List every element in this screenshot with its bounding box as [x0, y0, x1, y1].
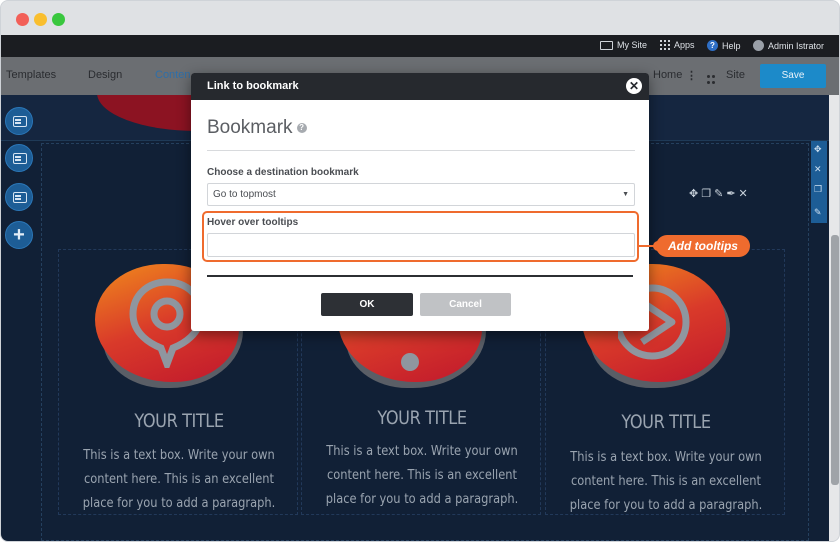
pin-column-icon[interactable]: ✒: [726, 188, 738, 200]
column-title: YOUR TITLE: [377, 407, 467, 429]
monitor-icon: [600, 40, 613, 50]
apps-link[interactable]: Apps: [660, 40, 695, 50]
dialog-header: Link to bookmark ✕: [191, 73, 649, 100]
apps-grid-icon: [660, 40, 670, 50]
page-scrollbar[interactable]: [829, 95, 839, 541]
tab-content[interactable]: Conten: [155, 69, 190, 81]
layout-icon: [13, 116, 27, 127]
user-menu[interactable]: Admin Istrator: [753, 40, 824, 51]
help-icon[interactable]: ?: [296, 122, 307, 133]
window-titlebar: [1, 1, 839, 35]
move-column-icon[interactable]: ✥: [689, 188, 701, 200]
close-window-icon[interactable]: [16, 13, 29, 26]
user-name: Admin Istrator: [768, 40, 825, 51]
settings-list-icon: [13, 192, 27, 203]
chevron-down-icon: ▼: [622, 191, 629, 198]
section-settings-button[interactable]: [5, 183, 33, 211]
dialog-heading: Bookmark?: [207, 117, 307, 139]
tab-templates[interactable]: Templates: [6, 69, 56, 81]
column-text: This is a text box. Write your own conte…: [325, 444, 519, 507]
column-text: This is a text box. Write your own conte…: [569, 450, 763, 513]
plus-icon: +: [13, 224, 25, 246]
dialog-title: Link to bookmark: [207, 80, 299, 92]
delete-icon[interactable]: ✕: [814, 164, 822, 174]
element-tools: ✥ ✕ ❐ ✎: [811, 141, 827, 223]
help-label: Help: [722, 40, 741, 51]
destination-label: Choose a destination bookmark: [207, 167, 359, 178]
apps-label: Apps: [674, 40, 695, 50]
dialog-close-button[interactable]: ✕: [626, 78, 642, 94]
add-section-button[interactable]: +: [5, 221, 33, 249]
section-edit-button[interactable]: [5, 144, 33, 172]
section-layout-button[interactable]: [5, 107, 33, 135]
ok-button[interactable]: OK: [321, 293, 413, 316]
edit-section-icon: [13, 153, 27, 164]
column-title: YOUR TITLE: [134, 410, 224, 432]
move-icon[interactable]: ✥: [814, 144, 822, 154]
column-tools: ✥❐✎✒✕: [689, 187, 751, 200]
page-options-icon[interactable]: ⋮: [686, 69, 697, 82]
copy-icon[interactable]: ❐: [814, 184, 822, 194]
site-label[interactable]: Site: [726, 69, 745, 81]
divider: [207, 150, 635, 151]
close-column-icon[interactable]: ✕: [739, 188, 751, 200]
edit-icon[interactable]: ✎: [814, 207, 822, 217]
tab-design[interactable]: Design: [88, 69, 122, 81]
site-menu[interactable]: [707, 69, 717, 85]
minimize-window-icon[interactable]: [34, 13, 47, 26]
my-site-link[interactable]: My Site: [600, 40, 647, 50]
edit-column-icon[interactable]: ✎: [714, 188, 726, 200]
cancel-button[interactable]: Cancel: [420, 293, 511, 316]
help-icon: ?: [707, 40, 718, 51]
save-button[interactable]: Save: [760, 64, 826, 88]
help-link[interactable]: ? Help: [707, 40, 741, 51]
destination-bookmark-select[interactable]: Go to topmost ▼: [207, 183, 635, 206]
link-to-bookmark-dialog: Link to bookmark ✕ Bookmark? Choose a de…: [191, 73, 649, 331]
site-dots-icon: [707, 75, 717, 85]
dialog-footer-rule: [207, 275, 633, 277]
maximize-window-icon[interactable]: [52, 13, 65, 26]
add-tooltips-callout: Add tooltips: [656, 235, 750, 257]
dialog-heading-text: Bookmark: [207, 117, 293, 138]
my-site-label: My Site: [617, 40, 648, 50]
scrollbar-thumb[interactable]: [831, 235, 839, 485]
destination-select-value: Go to topmost: [213, 189, 276, 200]
tooltip-highlight-outline: [202, 211, 639, 262]
column-title: YOUR TITLE: [621, 411, 711, 433]
copy-column-icon[interactable]: ❐: [701, 188, 714, 200]
browser-window: My Site Apps ? Help Admin Istrator Templ…: [0, 0, 840, 542]
page-selector[interactable]: Home: [653, 69, 682, 81]
admin-topbar: My Site Apps ? Help Admin Istrator: [1, 35, 839, 57]
column-text: This is a text box. Write your own conte…: [82, 448, 276, 511]
avatar: [753, 40, 764, 51]
